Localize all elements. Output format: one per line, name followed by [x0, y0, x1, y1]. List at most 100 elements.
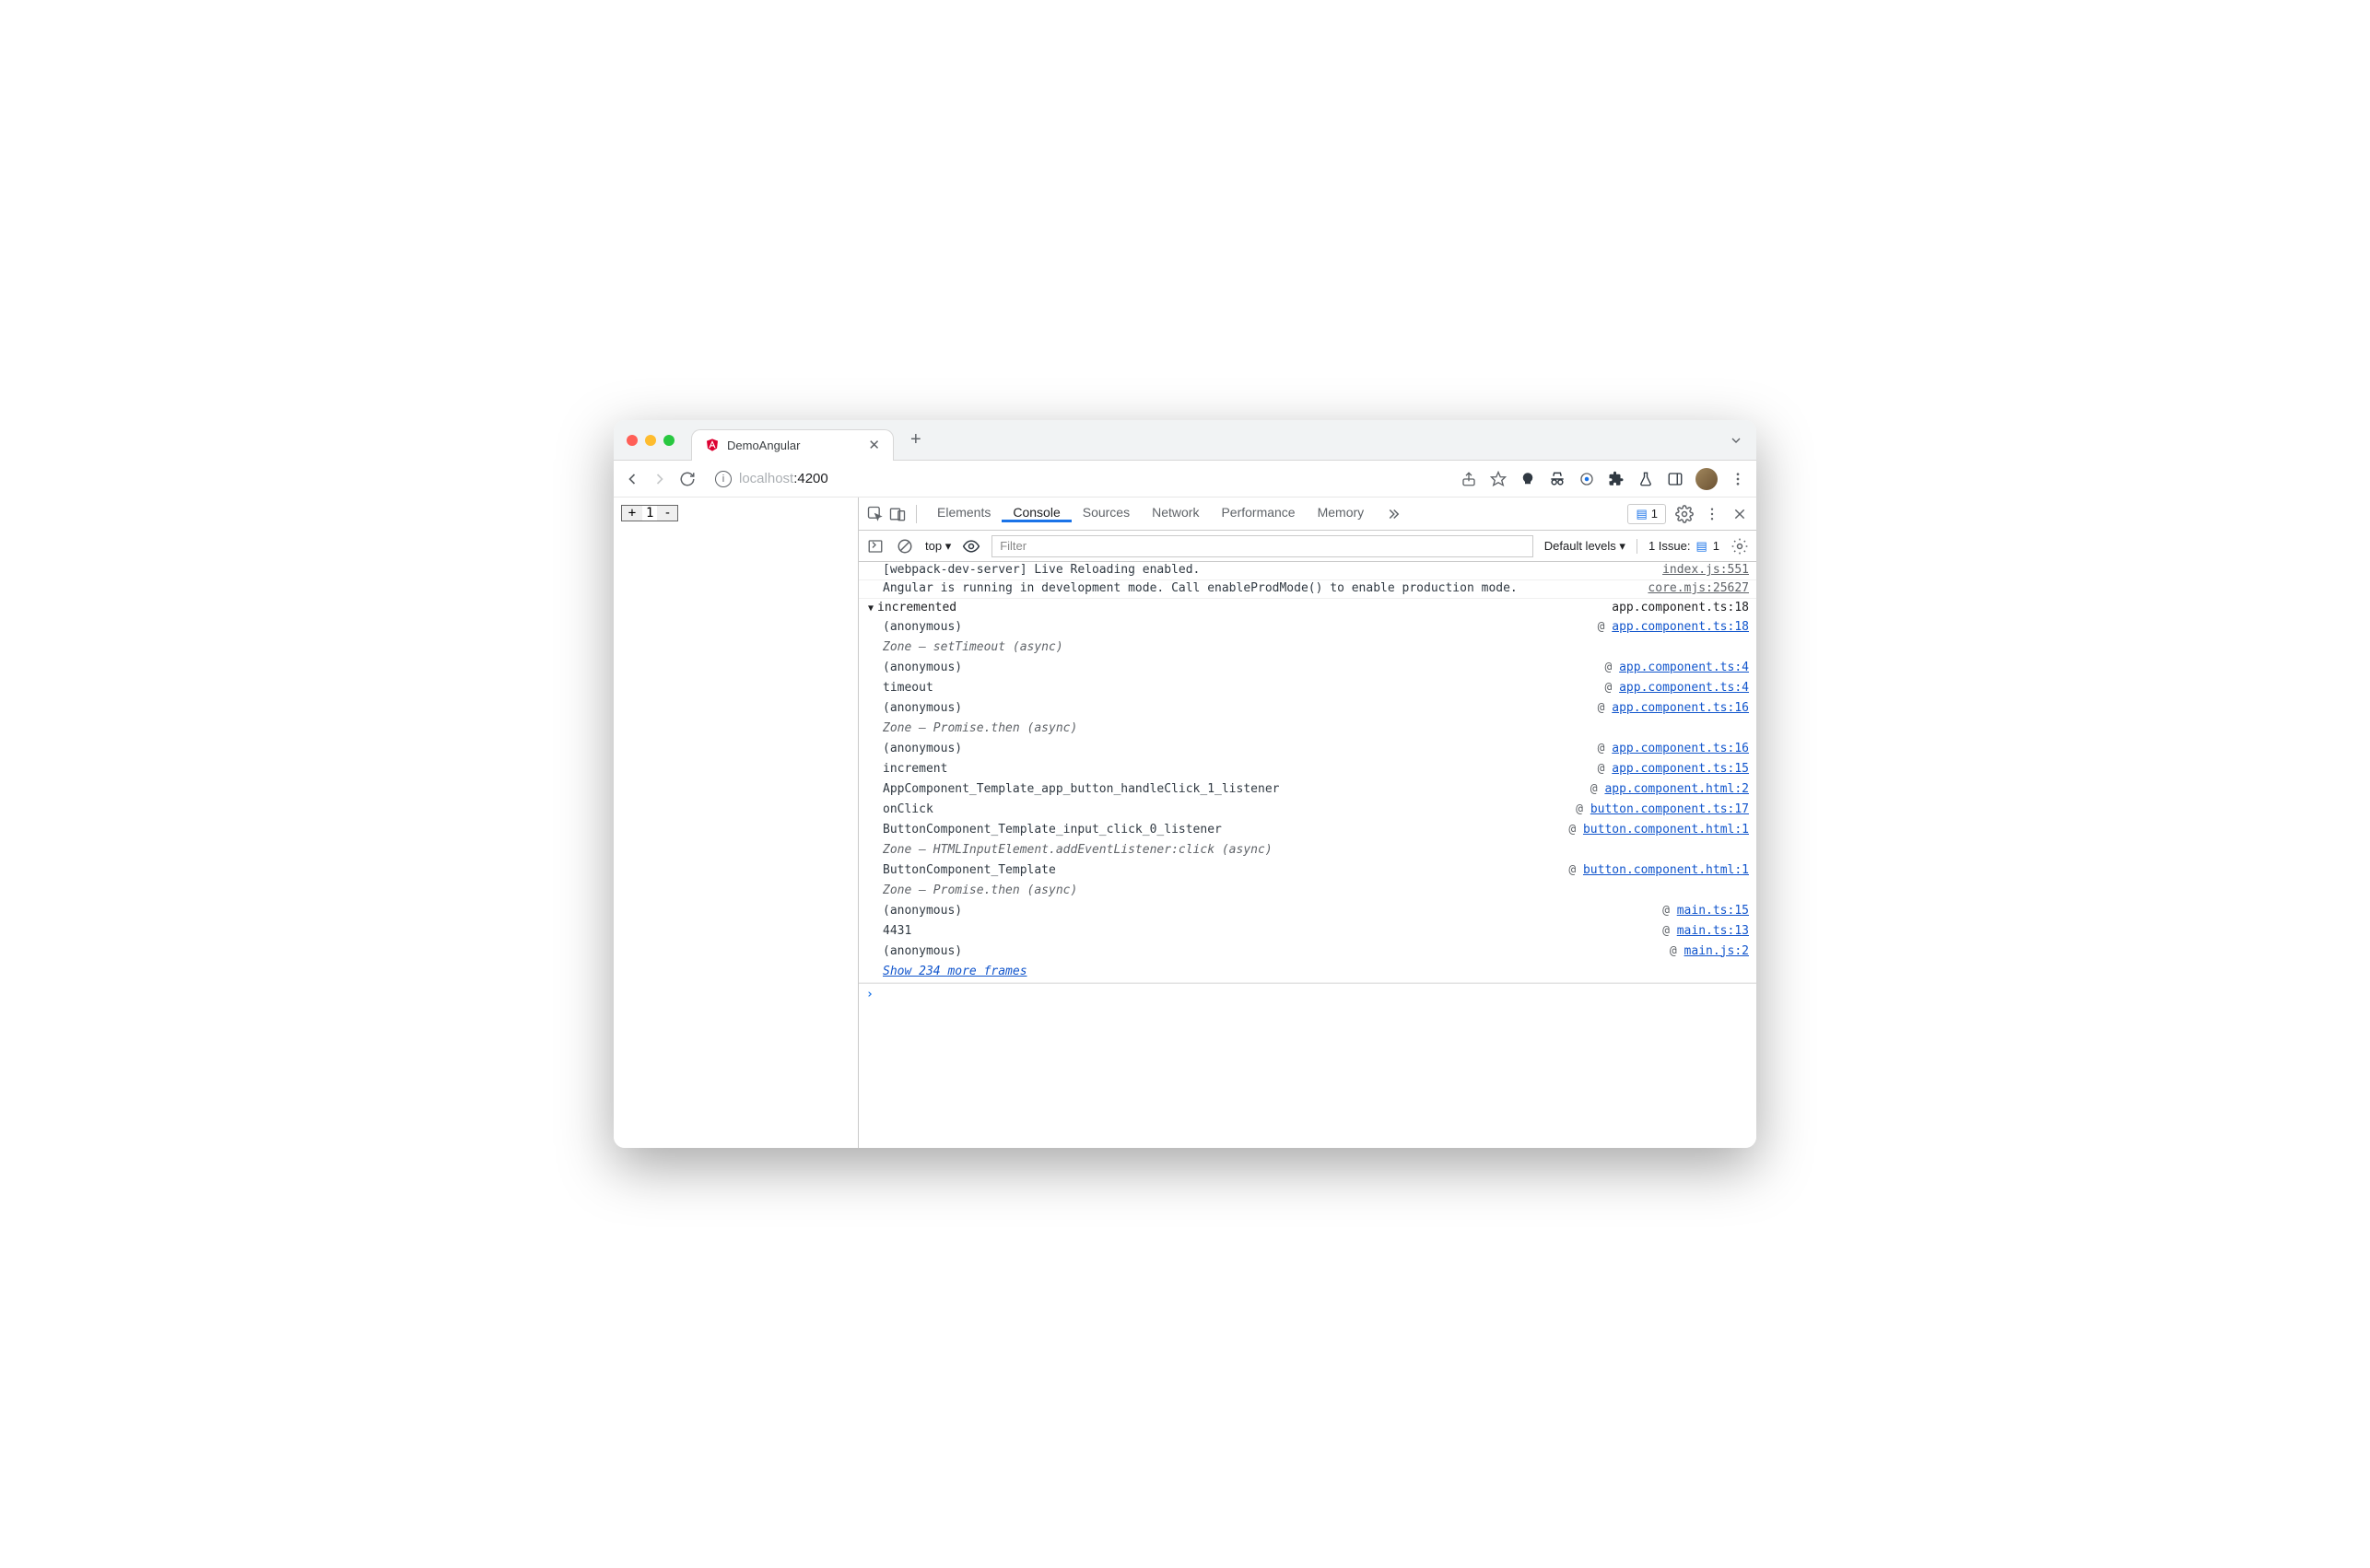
- frame-source-link[interactable]: app.component.ts:16: [1612, 742, 1749, 755]
- frame-source-link[interactable]: app.component.ts:4: [1619, 681, 1749, 695]
- live-expression-icon[interactable]: [962, 537, 980, 556]
- log-source-link[interactable]: core.mjs:25627: [1648, 581, 1749, 595]
- devtools-tab-sources[interactable]: Sources: [1072, 505, 1141, 520]
- close-devtools-button[interactable]: [1731, 505, 1749, 523]
- stack-frame: (anonymous) @ app.component.ts:18: [883, 616, 1756, 637]
- frame-source-link[interactable]: app.component.ts:18: [1612, 620, 1749, 634]
- frame-source-link[interactable]: main.js:2: [1684, 944, 1749, 958]
- chat-icon: ▤: [1636, 507, 1647, 521]
- extensions-puzzle-icon[interactable]: [1607, 470, 1625, 488]
- bookmark-star-icon[interactable]: [1489, 470, 1508, 488]
- device-toggle-icon[interactable]: [888, 505, 907, 523]
- devtools-tab-console[interactable]: Console: [1002, 505, 1071, 522]
- labs-flask-icon[interactable]: [1637, 470, 1655, 488]
- frame-location: @ main.ts:15: [1662, 904, 1749, 918]
- zone-label: Zone — Promise.then (async): [883, 721, 1077, 735]
- frame-location: @ app.component.ts:16: [1598, 742, 1749, 755]
- frame-function: onClick: [883, 802, 933, 816]
- frame-location: @ app.component.ts:4: [1604, 661, 1749, 674]
- inspect-element-icon[interactable]: [866, 505, 885, 523]
- trace-source-link[interactable]: app.component.ts:18: [1612, 601, 1749, 614]
- context-selector[interactable]: top ▾: [925, 539, 951, 554]
- settings-gear-icon[interactable]: [1675, 505, 1694, 523]
- devtools-tab-memory[interactable]: Memory: [1307, 505, 1376, 520]
- frame-function: ButtonComponent_Template_input_click_0_l…: [883, 823, 1222, 837]
- frame-function: (anonymous): [883, 701, 962, 715]
- kebab-menu-icon[interactable]: [1729, 470, 1747, 488]
- frame-location: @ button.component.html:1: [1568, 863, 1749, 877]
- devtools-tab-performance[interactable]: Performance: [1210, 505, 1306, 520]
- titlebar: DemoAngular ✕ +: [614, 420, 1756, 461]
- frame-source-link[interactable]: app.component.ts:15: [1612, 762, 1749, 776]
- issues-label: 1 Issue:: [1648, 539, 1691, 553]
- address-bar[interactable]: i localhost:4200: [706, 471, 1450, 487]
- frame-source-link[interactable]: app.component.ts:16: [1612, 701, 1749, 715]
- minimize-window-button[interactable]: [645, 435, 656, 446]
- frame-function: (anonymous): [883, 661, 962, 674]
- counter-widget: + 1 -: [621, 505, 678, 521]
- frame-source-link[interactable]: main.ts:15: [1677, 904, 1749, 918]
- trace-toggle[interactable]: ▼incremented: [868, 601, 956, 614]
- frame-location: @ main.js:2: [1670, 944, 1749, 958]
- frame-location: @ app.component.ts:16: [1598, 701, 1749, 715]
- frame-function: increment: [883, 762, 947, 776]
- reload-button[interactable]: [678, 470, 697, 488]
- extension-skull-icon[interactable]: [1519, 470, 1537, 488]
- page-content: + 1 -: [614, 497, 859, 1148]
- back-button[interactable]: [623, 470, 641, 488]
- console-settings-gear-icon[interactable]: [1731, 537, 1749, 556]
- log-levels-selector[interactable]: Default levels ▾: [1544, 539, 1625, 554]
- clear-console-icon[interactable]: [896, 537, 914, 556]
- maximize-window-button[interactable]: [663, 435, 675, 446]
- frame-source-link[interactable]: app.component.ts:4: [1619, 661, 1749, 674]
- more-tabs-icon[interactable]: [1384, 505, 1402, 523]
- console-sidebar-toggle-icon[interactable]: [866, 537, 885, 556]
- log-message: [webpack-dev-server] Live Reloading enab…: [883, 563, 1200, 577]
- zone-label: Zone — HTMLInputElement.addEventListener…: [883, 843, 1273, 857]
- frame-location: @ main.ts:13: [1662, 924, 1749, 938]
- frame-source-link[interactable]: main.ts:13: [1677, 924, 1749, 938]
- increment-button[interactable]: +: [622, 506, 642, 521]
- frame-function: (anonymous): [883, 742, 962, 755]
- log-source-link[interactable]: index.js:551: [1662, 563, 1749, 577]
- counter-value: 1: [642, 506, 657, 521]
- close-window-button[interactable]: [627, 435, 638, 446]
- decrement-button[interactable]: -: [657, 506, 677, 521]
- stack-frame: (anonymous) @ app.component.ts:16: [883, 697, 1756, 718]
- chevron-down-icon[interactable]: [1729, 433, 1743, 448]
- devtools-tab-network[interactable]: Network: [1141, 505, 1210, 520]
- frame-source-link[interactable]: button.component.html:1: [1583, 863, 1749, 877]
- messages-badge[interactable]: ▤ 1: [1627, 504, 1666, 524]
- devtools-tab-elements[interactable]: Elements: [926, 505, 1002, 520]
- frame-location: @ button.component.ts:17: [1576, 802, 1749, 816]
- incognito-icon[interactable]: [1548, 470, 1566, 488]
- tab-close-button[interactable]: ✕: [868, 437, 880, 453]
- toolbar-icons: [1460, 468, 1747, 490]
- new-tab-button[interactable]: +: [901, 429, 931, 451]
- issues-badge[interactable]: 1 Issue: ▤ 1: [1637, 539, 1719, 554]
- stack-frame: (anonymous) @ app.component.ts:16: [883, 738, 1756, 758]
- extension-target-icon[interactable]: [1578, 470, 1596, 488]
- devtools-kebab-icon[interactable]: [1703, 505, 1721, 523]
- frame-source-link[interactable]: button.component.ts:17: [1590, 802, 1749, 816]
- console-prompt[interactable]: ›: [859, 983, 1756, 1005]
- stack-frame: ButtonComponent_Template_input_click_0_l…: [883, 819, 1756, 839]
- side-panel-icon[interactable]: [1666, 470, 1684, 488]
- show-more-frames-link[interactable]: Show 234 more frames: [883, 961, 1756, 982]
- frame-function: timeout: [883, 681, 933, 695]
- profile-avatar[interactable]: [1695, 468, 1718, 490]
- stack-frame: (anonymous) @ app.component.ts:4: [883, 657, 1756, 677]
- frame-function: ButtonComponent_Template: [883, 863, 1056, 877]
- site-info-icon[interactable]: i: [715, 471, 732, 487]
- frame-function: (anonymous): [883, 620, 962, 634]
- frame-source-link[interactable]: button.component.html:1: [1583, 823, 1749, 837]
- frame-source-link[interactable]: app.component.html:2: [1604, 782, 1749, 796]
- log-message: Angular is running in development mode. …: [883, 581, 1518, 595]
- browser-tab[interactable]: DemoAngular ✕: [691, 429, 894, 461]
- filter-input[interactable]: Filter: [991, 535, 1533, 557]
- trace-label: incremented: [877, 601, 956, 614]
- frame-location: @ app.component.ts:18: [1598, 620, 1749, 634]
- stack-frame: (anonymous)@ main.js:2: [883, 941, 1756, 961]
- share-icon[interactable]: [1460, 470, 1478, 488]
- stack-frame: AppComponent_Template_app_button_handleC…: [883, 778, 1756, 799]
